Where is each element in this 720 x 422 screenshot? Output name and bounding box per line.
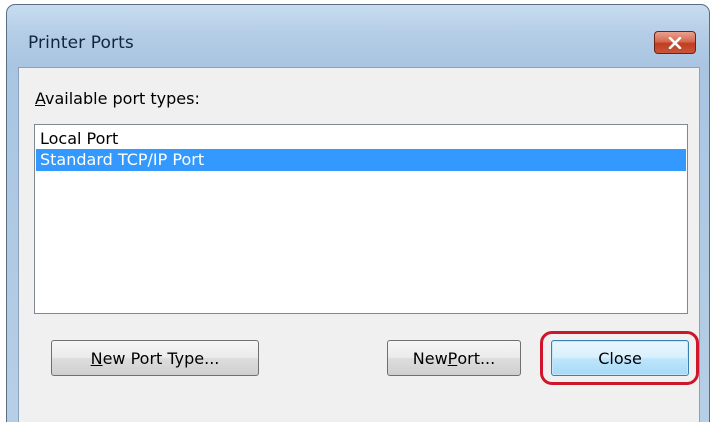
list-item-standard-tcpip-port[interactable]: Standard TCP/IP Port	[36, 149, 686, 171]
available-port-types-label: Available port types:	[35, 89, 200, 108]
screenshot-stage: Printer Ports Available port types: Loca…	[0, 0, 720, 422]
title-close-button[interactable]	[654, 31, 696, 54]
label-accelerator: A	[35, 89, 46, 108]
new-port-button[interactable]: New Port...	[387, 340, 521, 376]
dialog-title: Printer Ports	[28, 33, 134, 53]
dialog-client-area: Available port types: Local Port Standar…	[18, 67, 700, 422]
new-port-type-button[interactable]: New Port Type...	[51, 340, 259, 376]
port-types-listbox[interactable]: Local Port Standard TCP/IP Port	[34, 124, 688, 314]
list-item-local-port[interactable]: Local Port	[36, 128, 686, 150]
close-button[interactable]: Close	[551, 340, 689, 376]
close-icon	[668, 36, 682, 49]
